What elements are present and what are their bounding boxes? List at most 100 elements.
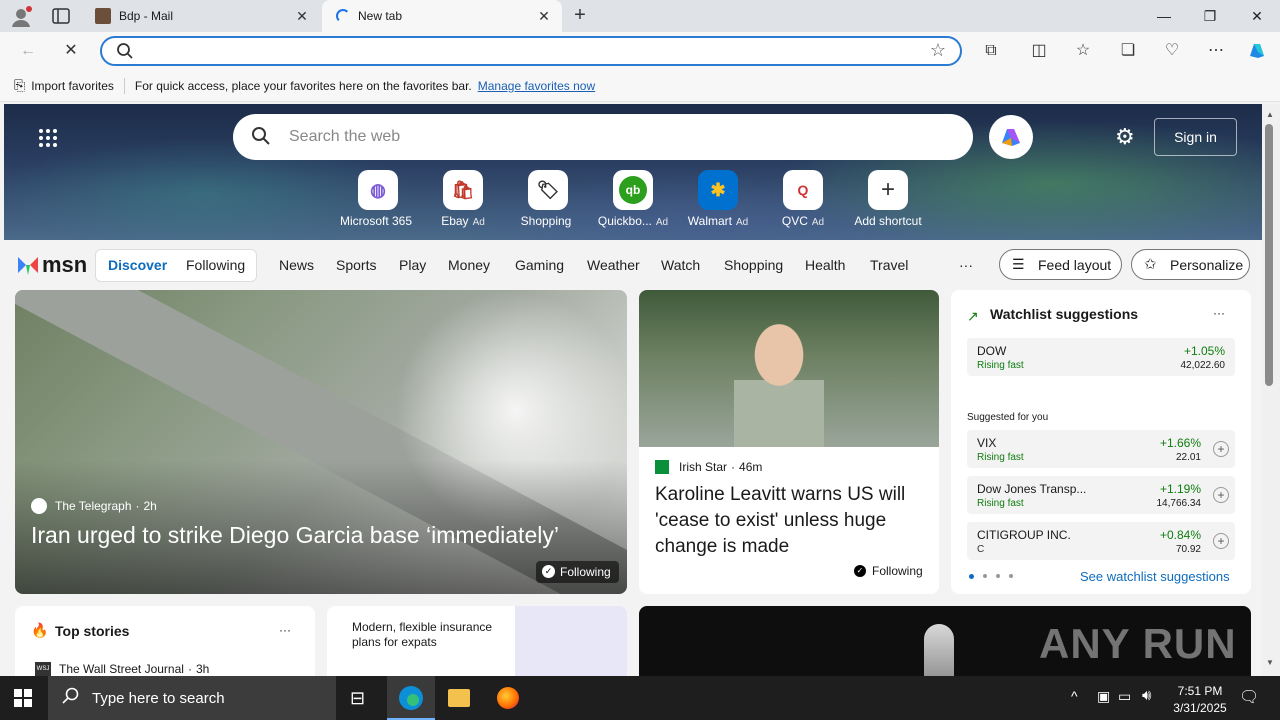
tab-mail[interactable]: Bdp - Mail ✕ — [83, 0, 320, 32]
minimize-button[interactable]: — — [1141, 0, 1187, 32]
following-badge[interactable]: ✓ Following — [536, 561, 619, 583]
following-badge[interactable]: ✓ Following — [854, 564, 923, 578]
new-tab-button[interactable]: + — [570, 5, 590, 25]
web-search-input[interactable]: Search the web — [289, 128, 400, 146]
shortcut-ebay[interactable]: 🛍 Ebay Ad — [420, 170, 506, 228]
address-bar[interactable]: ☆ — [100, 36, 962, 66]
nav-play[interactable]: Play — [399, 257, 426, 273]
extensions-icon[interactable]: ⧉ — [980, 40, 1002, 62]
tab-new-tab[interactable]: New tab ✕ — [322, 0, 562, 32]
tab-actions-icon[interactable] — [52, 8, 70, 24]
split-screen-icon[interactable]: ◫ — [1028, 40, 1050, 62]
nav-weather[interactable]: Weather — [587, 257, 640, 273]
see-watchlist-link[interactable]: See watchlist suggestions — [1080, 569, 1230, 584]
taskbar-search-box[interactable]: Type here to search — [48, 676, 336, 720]
close-window-button[interactable]: ✕ — [1234, 0, 1280, 32]
capitol-dome — [924, 624, 954, 676]
copilot-button[interactable] — [989, 115, 1033, 159]
nav-shopping[interactable]: Shopping — [724, 257, 783, 273]
edge-taskbar-icon[interactable] — [387, 676, 435, 720]
msn-logo[interactable]: msn — [16, 252, 87, 278]
capitol-story-card[interactable]: ANY RUN — [639, 606, 1251, 676]
shortcut-label: Ebay — [441, 214, 469, 228]
collections-icon[interactable]: ❏ — [1117, 40, 1139, 62]
watchlist-trend-icon: ↗ — [967, 308, 979, 324]
nav-more-icon[interactable]: ··· — [959, 257, 973, 273]
add-to-watchlist-icon[interactable]: + — [1213, 533, 1229, 549]
close-tab-icon[interactable]: ✕ — [536, 8, 552, 24]
task-view-icon[interactable]: ⊟ — [350, 688, 365, 709]
stock-row-vix[interactable]: VIX Rising fast +1.66% 22.01 + — [967, 430, 1235, 468]
network-icon[interactable]: ▣ — [1097, 688, 1110, 705]
shortcut-microsoft-365[interactable]: ◍ Microsoft 365 — [335, 170, 421, 228]
import-favorites-icon[interactable]: ⎘ — [14, 77, 25, 94]
wsj-logo-icon: WSJ — [35, 662, 51, 676]
restore-button[interactable]: ❐ — [1187, 0, 1233, 32]
stock-row-citigroup[interactable]: CITIGROUP INC. C +0.84% 70.92 + — [967, 522, 1235, 560]
flame-icon: 🔥 — [31, 622, 49, 638]
nav-gaming[interactable]: Gaming — [515, 257, 564, 273]
second-headline[interactable]: Karoline Leavitt warns US will 'cease to… — [655, 482, 931, 560]
shortcut-qvc[interactable]: Q QVC Ad — [760, 170, 846, 228]
sign-in-button[interactable]: Sign in — [1154, 118, 1237, 156]
settings-gear-icon[interactable]: ⚙ — [1115, 124, 1135, 150]
firefox-icon[interactable] — [497, 687, 519, 709]
add-to-watchlist-icon[interactable]: + — [1213, 441, 1229, 457]
personalize-button[interactable]: ✩ Personalize — [1131, 249, 1250, 280]
second-story-card[interactable]: Irish Star · 46m Karoline Leavitt warns US… — [639, 290, 939, 594]
shortcut-walmart[interactable]: ✱ Walmart Ad — [675, 170, 761, 228]
nav-travel[interactable]: Travel — [870, 257, 908, 273]
aurora-background: Search the web ⚙ Sign in ◍ Microsoft 365… — [4, 104, 1262, 240]
clock-date[interactable]: 3/31/2025 — [1168, 701, 1232, 715]
nav-health[interactable]: Health — [805, 257, 845, 273]
show-hidden-icons[interactable]: ^ — [1071, 688, 1078, 704]
shortcut-quickbooks[interactable]: qb Quickbo... Ad — [590, 170, 676, 228]
start-button[interactable] — [14, 689, 32, 707]
import-favorites-button[interactable]: Import favorites — [31, 79, 114, 93]
scroll-down-icon[interactable]: ▼ — [1266, 658, 1274, 667]
top-stories-more-icon[interactable]: ··· — [279, 623, 291, 637]
close-tab-icon[interactable]: ✕ — [294, 8, 310, 24]
browser-essentials-icon[interactable]: ♡ — [1161, 40, 1183, 62]
notifications-icon[interactable]: 🗨 — [1239, 687, 1259, 707]
shortcut-label: Walmart — [687, 214, 732, 228]
stock-row-dow[interactable]: DOW Rising fast +1.05% 42,022.60 — [967, 338, 1235, 376]
search-icon — [251, 126, 271, 149]
web-search-box[interactable]: Search the web — [233, 114, 973, 160]
wifi-icon[interactable]: ▭ — [1118, 688, 1131, 705]
shortcut-add[interactable]: + Add shortcut — [845, 170, 931, 228]
insurance-ad-card[interactable]: Modern, flexible insurance plans for exp… — [327, 606, 627, 676]
volume-icon[interactable]: 🔊︎ — [1142, 687, 1151, 704]
nav-money[interactable]: Money — [448, 257, 490, 273]
nav-news[interactable]: News — [279, 257, 314, 273]
feed-layout-button[interactable]: ☰ Feed layout — [999, 249, 1122, 280]
nav-watch[interactable]: Watch — [661, 257, 700, 273]
favorite-star-icon[interactable]: ☆ — [930, 40, 946, 61]
manage-favorites-link[interactable]: Manage favorites now — [478, 79, 595, 93]
scrollbar-thumb[interactable] — [1265, 124, 1273, 386]
back-icon[interactable]: ← — [17, 40, 39, 62]
check-icon: ✓ — [542, 565, 555, 578]
watchlist-more-icon[interactable]: ··· — [1213, 306, 1225, 320]
hero-headline[interactable]: Iran urged to strike Diego Garcia base ‘… — [31, 522, 621, 549]
tab-discover[interactable]: Discover — [108, 257, 167, 273]
stock-row-dow-transport[interactable]: Dow Jones Transp... Rising fast +1.19% 1… — [967, 476, 1235, 514]
favorites-icon[interactable]: ☆ — [1072, 40, 1094, 62]
shortcut-shopping[interactable]: 🏷 Shopping — [505, 170, 591, 228]
page-scrollbar[interactable]: ▲ ▼ — [1262, 104, 1280, 676]
scroll-up-icon[interactable]: ▲ — [1266, 110, 1274, 119]
copilot-icon[interactable] — [1246, 40, 1268, 62]
apps-launcher-icon[interactable] — [38, 128, 58, 148]
loading-icon — [336, 9, 350, 23]
carousel-dots[interactable] — [969, 574, 1013, 579]
file-explorer-icon[interactable] — [448, 689, 470, 707]
hero-story-card[interactable]: The Telegraph · 2h Iran urged to strike Di… — [15, 290, 627, 594]
stop-loading-icon[interactable]: ✕ — [60, 40, 82, 62]
nav-sports[interactable]: Sports — [336, 257, 376, 273]
clock-time[interactable]: 7:51 PM — [1174, 684, 1226, 698]
more-menu-icon[interactable]: ⋯ — [1205, 40, 1227, 62]
tab-following[interactable]: Following — [186, 257, 245, 273]
profile-icon[interactable] — [10, 6, 32, 28]
add-to-watchlist-icon[interactable]: + — [1213, 487, 1229, 503]
taskbar-search-input[interactable]: Type here to search — [92, 690, 225, 707]
